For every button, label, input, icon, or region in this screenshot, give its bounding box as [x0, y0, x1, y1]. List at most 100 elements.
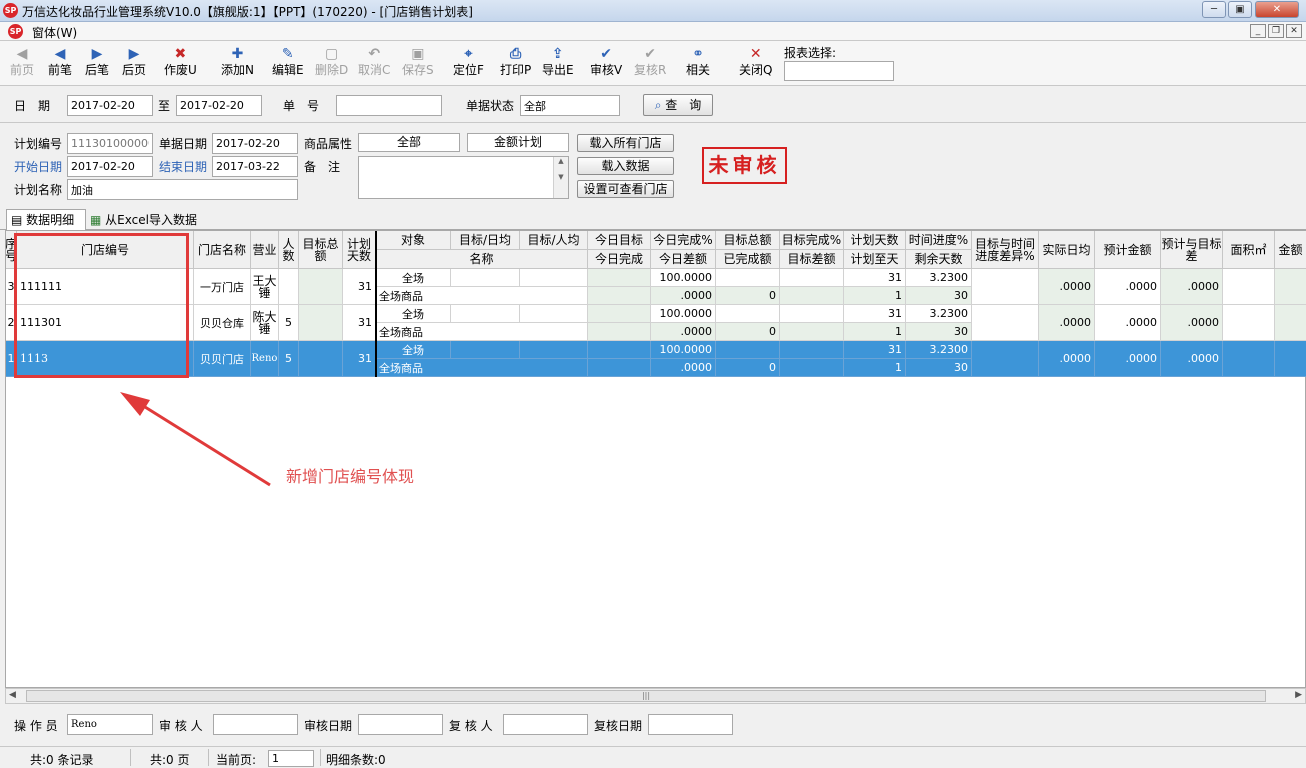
plan-name-input[interactable] — [67, 179, 298, 200]
review-date-label: 审核日期 — [304, 719, 353, 733]
load-data-button[interactable]: 载入数据 — [577, 157, 674, 175]
docno-input[interactable] — [336, 95, 442, 116]
column-header-today_target[interactable]: 今日目标 — [588, 231, 651, 250]
next-record-icon: ▶ — [91, 46, 103, 62]
search-button[interactable]: ⌕ 查 询 — [643, 94, 713, 116]
minimize-button[interactable]: ─ — [1202, 1, 1226, 18]
cell-object: 全场 — [376, 305, 451, 323]
rechecker-label: 复 核 人 — [449, 719, 493, 733]
toolbar-button[interactable]: ✖ 作废U — [164, 45, 197, 77]
toolbar-button[interactable]: ⚭ 相关 — [686, 45, 710, 77]
recheck-date-input[interactable] — [648, 714, 733, 735]
rechecker-input[interactable] — [503, 714, 588, 735]
column-header-target_pct[interactable]: 目标完成% — [780, 231, 844, 250]
annotation-text: 新增门店编号体现 — [286, 467, 415, 486]
table-row[interactable]: 1 1113 贝贝门店 Reno 5 31 全场 100.0000 31 3.2300 全场商品 .0… — [6, 341, 1306, 377]
toolbar-button[interactable]: ⎙ 打印P — [500, 45, 531, 77]
column-header-total_target[interactable]: 目标总额 — [716, 231, 780, 250]
reviewer-input[interactable] — [213, 714, 298, 735]
toolbar-button[interactable]: ⇪ 导出E — [542, 45, 574, 77]
column-header-area[interactable]: 面积㎡ — [1223, 231, 1275, 269]
doc-date-input[interactable] — [212, 133, 298, 154]
scroll-left-icon[interactable]: ◀ — [9, 690, 16, 700]
remark-scrollbar[interactable]: ▲ ▼ — [553, 157, 568, 198]
menu-window[interactable]: 窗体(W) — [32, 24, 77, 41]
column-header-persons[interactable]: 人数 — [279, 231, 299, 269]
toolbar-button[interactable]: ✔ 审核V — [590, 45, 622, 77]
column-header-target_total[interactable]: 目标总额 — [299, 231, 343, 269]
tab-detail[interactable]: ▤ 数据明细 — [6, 209, 86, 231]
cell-today-done — [588, 323, 651, 341]
column-header-done_amount[interactable]: 已完成额 — [716, 250, 780, 269]
operator-input[interactable] — [67, 714, 153, 735]
set-visible-stores-button[interactable]: 设置可查看门店 — [577, 180, 674, 198]
column-header-business[interactable]: 营业 — [251, 231, 279, 269]
column-header-today_pct[interactable]: 今日完成% — [651, 231, 716, 250]
column-header-plan_days2[interactable]: 计划天数 — [844, 231, 906, 250]
toolbar-button[interactable]: ✔ 复核R — [634, 45, 666, 77]
toolbar-button-label: 关闭Q — [739, 63, 773, 77]
toolbar-button[interactable]: ✚ 添加N — [221, 45, 254, 77]
toolbar-button-label: 定位F — [453, 63, 484, 77]
review-date-input[interactable] — [358, 714, 443, 735]
column-header-store_name[interactable]: 门店名称 — [194, 231, 251, 269]
end-date-input[interactable] — [212, 156, 298, 177]
toolbar-button[interactable]: ↶ 取消C — [358, 45, 390, 77]
load-all-stores-button[interactable]: 载入所有门店 — [577, 134, 674, 152]
column-header-today_done[interactable]: 今日完成 — [588, 250, 651, 269]
toolbar-button[interactable]: ⌖ 定位F — [453, 45, 484, 77]
column-header-remain_days[interactable]: 剩余天数 — [906, 250, 972, 269]
cell-plan-to-day: 1 — [844, 323, 906, 341]
mdi-minimize-button[interactable]: _ — [1250, 24, 1266, 38]
mdi-restore-button[interactable]: ❐ — [1268, 24, 1284, 38]
cell-forecast: .0000 — [1095, 269, 1161, 305]
maximize-button[interactable]: ▣ — [1228, 1, 1252, 18]
column-header-forecast_diff[interactable]: 预计与目标差 — [1161, 231, 1223, 269]
annotation-arrow-icon — [120, 392, 271, 487]
status-select[interactable] — [520, 95, 620, 116]
reviewer-label: 审 核 人 — [159, 719, 203, 733]
column-header-target_person[interactable]: 目标/人均 — [520, 231, 588, 250]
amount-plan-value[interactable]: 金额计划 — [467, 133, 569, 152]
attr-value[interactable]: 全部 — [358, 133, 460, 152]
column-header-today_diff[interactable]: 今日差额 — [651, 250, 716, 269]
column-header-target_time_diff[interactable]: 目标与时间进度差异% — [972, 231, 1039, 269]
column-header-object[interactable]: 对象 — [376, 231, 451, 250]
scroll-right-icon[interactable]: ▶ — [1295, 690, 1302, 700]
plan-no-input[interactable] — [67, 133, 153, 154]
toolbar-button[interactable]: ◀ 前笔 — [48, 45, 72, 77]
window-close-button[interactable]: ✕ — [1255, 1, 1299, 18]
start-date-input[interactable] — [67, 156, 153, 177]
column-header-forecast[interactable]: 预计金额 — [1095, 231, 1161, 269]
toolbar-button[interactable]: ◀ 前页 — [10, 45, 34, 77]
tab-detail-label: 数据明细 — [26, 213, 75, 227]
table-row[interactable]: 2 111301 贝贝仓库 陈大锤 5 31 全场 100.0000 31 3.2300 全场商品.… — [6, 305, 1306, 341]
current-page-input[interactable] — [268, 750, 314, 767]
column-header-amount[interactable]: 金额 — [1275, 231, 1306, 269]
toolbar-button[interactable]: ▣ 保存S — [402, 45, 434, 77]
column-header-time_pct[interactable]: 时间进度% — [906, 231, 972, 250]
column-header-target_diff[interactable]: 目标差额 — [780, 250, 844, 269]
horizontal-scrollbar[interactable]: ◀ ||| ▶ — [5, 688, 1306, 704]
cell-today-pct: 100.0000 — [651, 341, 716, 359]
mdi-close-button[interactable]: ✕ — [1286, 24, 1302, 38]
column-header-plan_days[interactable]: 计划天数 — [343, 231, 376, 269]
column-header-actual_daily[interactable]: 实际日均 — [1039, 231, 1095, 269]
report-select-input[interactable] — [784, 61, 894, 81]
date-to-input[interactable] — [176, 95, 262, 116]
table-row[interactable]: 3 111111 一万门店 王大锤 31 全场 100.0000 31 3.2300 全场商品 .0… — [6, 269, 1306, 305]
toolbar-button[interactable]: ✕ 关闭Q — [739, 45, 772, 77]
column-header-name[interactable]: 名称 — [376, 250, 588, 269]
toolbar-button[interactable]: ▶ 后页 — [122, 45, 146, 77]
toolbar-button[interactable]: ✎ 编辑E — [272, 45, 304, 77]
tab-excel-import[interactable]: ▦ 从Excel导入数据 — [88, 211, 213, 230]
column-header-plan_to_day[interactable]: 计划至天 — [844, 250, 906, 269]
column-header-target_daily[interactable]: 目标/日均 — [451, 231, 520, 250]
date-from-input[interactable] — [67, 95, 153, 116]
scrollbar-thumb[interactable]: ||| — [26, 690, 1266, 702]
remark-textarea[interactable]: ▲ ▼ — [358, 156, 569, 199]
cell-total-target — [716, 305, 780, 323]
cell-today-target — [588, 341, 651, 359]
toolbar-button[interactable]: ▶ 后笔 — [85, 45, 109, 77]
toolbar-button[interactable]: ▢ 删除D — [315, 45, 348, 77]
